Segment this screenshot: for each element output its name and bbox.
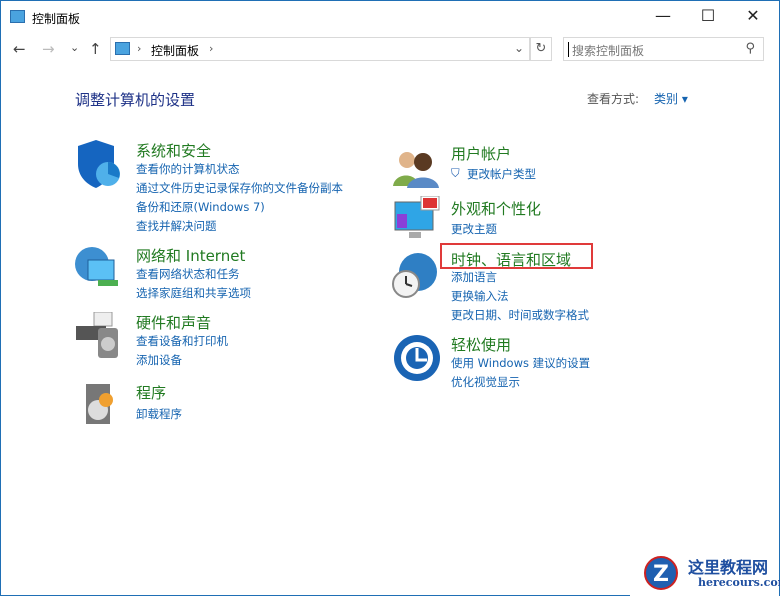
control-panel-icon (115, 42, 130, 55)
breadcrumb-separator[interactable]: › (209, 42, 213, 55)
ease-of-access-icon (394, 335, 440, 381)
breadcrumb-control-panel[interactable]: 控制面板 (151, 42, 199, 59)
shield-icon (78, 140, 120, 188)
link-network-status[interactable]: 查看网络状态和任务 (136, 266, 240, 282)
network-icon (75, 247, 118, 286)
link-troubleshoot[interactable]: 查找并解决问题 (136, 218, 217, 234)
search-icon[interactable]: ⚲ (745, 41, 755, 56)
up-button[interactable]: ↑ (89, 40, 102, 58)
printer-speaker-icon (76, 312, 118, 358)
category-programs[interactable]: 程序 (136, 382, 166, 403)
personalization-icon (394, 196, 440, 238)
page-title: 调整计算机的设置 (75, 91, 196, 109)
link-uninstall-program[interactable]: 卸载程序 (136, 406, 182, 422)
category-network-internet[interactable]: 网络和 Internet (136, 245, 245, 266)
link-homegroup[interactable]: 选择家庭组和共享选项 (136, 285, 251, 301)
window-title: 控制面板 (32, 12, 81, 26)
link-file-history[interactable]: 通过文件历史记录保存你的文件备份副本 (136, 180, 343, 196)
category-user-accounts[interactable]: 用户帐户 (451, 143, 511, 164)
view-by-dropdown[interactable]: 类别 ▾ (654, 90, 688, 107)
link-devices-printers[interactable]: 查看设备和打印机 (136, 333, 228, 349)
text-caret (568, 42, 569, 57)
search-input[interactable]: 搜索控制面板 ⚲ (563, 37, 764, 61)
link-backup-restore[interactable]: 备份和还原(Windows 7) (136, 199, 265, 215)
programs-icon (86, 384, 113, 424)
link-change-date-time-format[interactable]: 更改日期、时间或数字格式 (451, 307, 589, 323)
link-change-theme[interactable]: 更改主题 (451, 221, 497, 237)
uac-shield-icon: ⛉ (451, 166, 460, 180)
link-add-device[interactable]: 添加设备 (136, 352, 182, 368)
minimize-button[interactable]: — (648, 6, 678, 25)
address-bar[interactable]: › 控制面板 › ⌄ (110, 37, 530, 61)
link-add-language[interactable]: 添加语言 (451, 269, 497, 285)
control-panel-icon (10, 10, 25, 23)
back-button[interactable]: ← (13, 40, 26, 58)
refresh-button[interactable]: ↻ (530, 37, 552, 61)
category-appearance[interactable]: 外观和个性化 (451, 198, 541, 219)
forward-button[interactable]: → (42, 40, 55, 58)
clock-globe-icon (392, 253, 437, 298)
address-dropdown-button[interactable]: ⌄ (514, 41, 524, 55)
link-view-computer-status[interactable]: 查看你的计算机状态 (136, 161, 240, 177)
view-by-label: 查看方式: (587, 92, 640, 106)
breadcrumb-separator: › (137, 42, 142, 55)
user-accounts-icon (393, 152, 439, 188)
link-optimize-visual-display[interactable]: 优化视觉显示 (451, 374, 520, 390)
category-ease-of-access[interactable]: 轻松使用 (451, 334, 511, 355)
category-system-security[interactable]: 系统和安全 (136, 140, 211, 161)
close-button[interactable]: ✕ (738, 6, 768, 25)
recent-locations-button[interactable]: ⌄ (70, 41, 79, 54)
maximize-button[interactable]: ☐ (693, 6, 723, 25)
category-clock-language-region[interactable]: 时钟、语言和区域 (451, 249, 571, 270)
category-hardware-sound[interactable]: 硬件和声音 (136, 312, 211, 333)
link-change-account-type[interactable]: 更改帐户类型 (467, 166, 536, 182)
search-placeholder: 搜索控制面板 (572, 44, 645, 58)
link-change-input-method[interactable]: 更换输入法 (451, 288, 509, 304)
link-recommended-settings[interactable]: 使用 Windows 建议的设置 (451, 355, 590, 371)
